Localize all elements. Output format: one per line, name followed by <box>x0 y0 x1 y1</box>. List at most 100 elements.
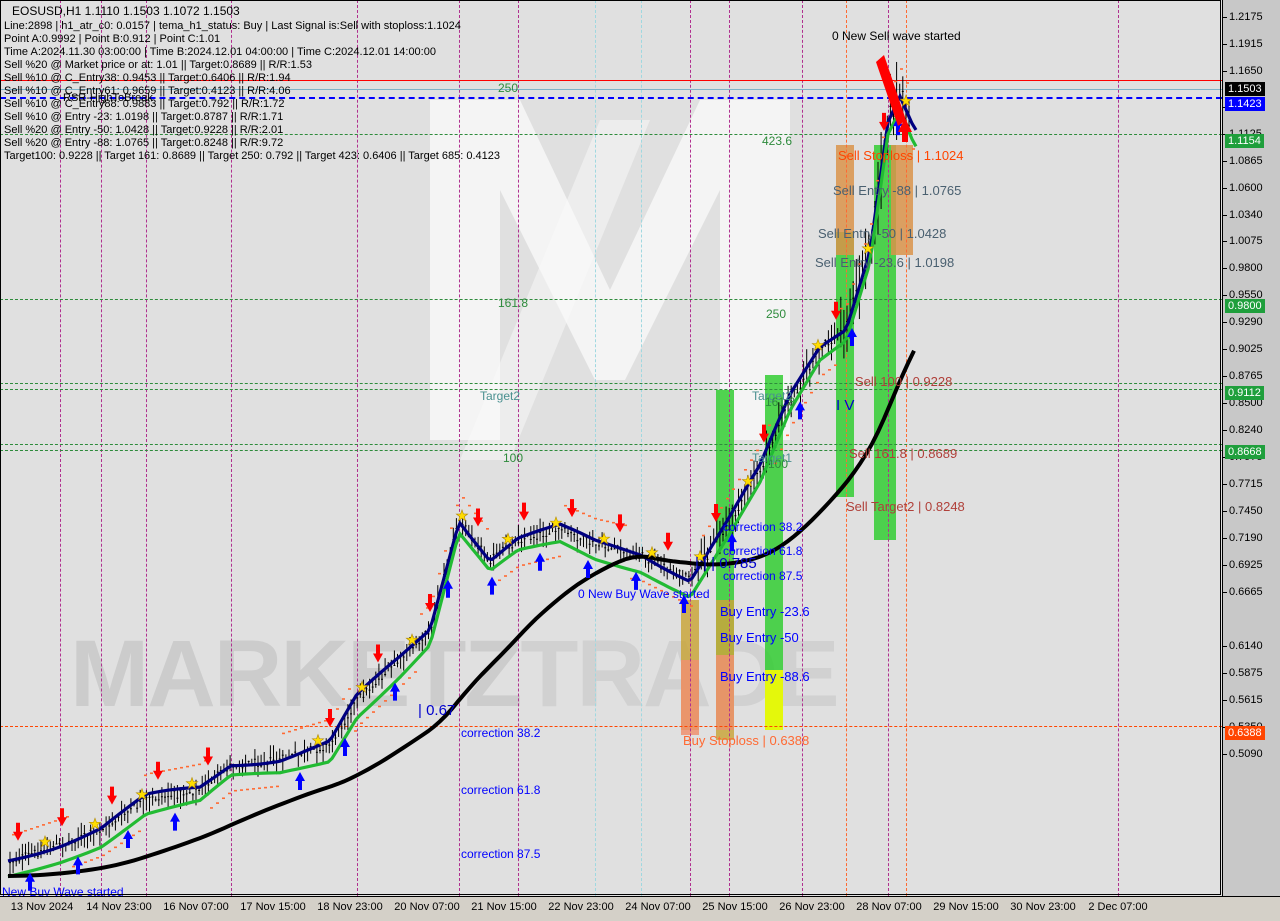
price-tick-label: 1.1915 <box>1229 38 1263 50</box>
plot-label-fib-161-8: 161.8 <box>498 296 529 310</box>
price-tick-label: 0.9800 <box>1229 262 1263 274</box>
price-badge[interactable]: 0.6388 <box>1225 726 1265 740</box>
plot-label-fib-423-6: 423.6 <box>762 134 793 148</box>
price-badge[interactable]: 0.9800 <box>1225 299 1265 313</box>
price-tick-mark <box>1223 538 1227 539</box>
price-tick-label: 1.0865 <box>1229 155 1263 167</box>
time-tick-label: 25 Nov 15:00 <box>702 901 768 913</box>
ema-line <box>7 106 918 879</box>
price-tick-mark <box>1223 44 1227 45</box>
price-tick-label: 1.0340 <box>1229 209 1263 221</box>
time-axis[interactable]: 13 Nov 2024 14 Nov 23:00 16 Nov 07:00 17 No… <box>0 896 1280 921</box>
price-tick-label: 1.2175 <box>1229 11 1263 23</box>
plot-label-sell-target2: Sell Target2 | 0.8248 <box>846 499 965 514</box>
chart-window: MARKETZTRADE 0 New Sell wave started 250 4… <box>0 0 1280 921</box>
price-tick-label: 0.6665 <box>1229 586 1263 598</box>
price-series-layer <box>7 55 918 891</box>
price-tick-mark <box>1223 403 1227 404</box>
price-badge[interactable]: 1.1503 <box>1225 82 1265 96</box>
chart-plot-area[interactable]: MARKETZTRADE 0 New Sell wave started 250 4… <box>0 0 1222 896</box>
plot-label-buy-stoploss: Buy Stoploss | 0.6388 <box>683 733 810 748</box>
price-tick-label: 0.7450 <box>1229 505 1263 517</box>
signal-arrows <box>13 94 913 891</box>
price-tick-mark <box>1223 646 1227 647</box>
price-tick-mark <box>1223 71 1227 72</box>
plot-label-correction-875-mid: correction 87.5 <box>723 569 803 583</box>
price-tick-mark <box>1223 161 1227 162</box>
time-tick-label: 26 Nov 23:00 <box>779 901 845 913</box>
time-tick-label: 2 Dec 07:00 <box>1088 901 1148 913</box>
time-tick-label: 21 Nov 15:00 <box>471 901 537 913</box>
price-tick-mark <box>1223 754 1227 755</box>
price-tick-mark <box>1223 188 1227 189</box>
price-axis[interactable]: 1.21751.19151.16501.13901.11251.08651.06… <box>1222 0 1280 896</box>
plot-label-sell-wave-started: 0 New Sell wave started <box>832 29 961 43</box>
price-tick-label: 0.8765 <box>1229 370 1263 382</box>
price-tick-label: 1.1650 <box>1229 65 1263 77</box>
plot-label-fib-100-right: 100 <box>768 457 789 471</box>
price-tick-mark <box>1223 700 1227 701</box>
price-tick-label: 0.6140 <box>1229 640 1263 652</box>
time-tick-label: 16 Nov 07:00 <box>163 901 229 913</box>
price-tick-mark <box>1223 295 1227 296</box>
price-tick-mark <box>1223 592 1227 593</box>
plot-label-buy-entry-236: Buy Entry -23.6 <box>720 604 810 619</box>
price-tick-label: 0.5875 <box>1229 667 1263 679</box>
price-tick-mark <box>1223 268 1227 269</box>
price-badge[interactable]: 1.1423 <box>1225 97 1265 111</box>
price-tick-mark <box>1223 17 1227 18</box>
plot-label-correction-382-mid: correction 38.2 <box>723 520 803 534</box>
price-tick-label: 0.5615 <box>1229 694 1263 706</box>
plot-label-sell-161-8: Sell 161.8 | 0.8689 <box>849 446 958 461</box>
plot-label-sell-entry-236: Sell Entry -23.6 | 1.0198 <box>815 255 955 270</box>
price-tick-label: 0.9025 <box>1229 343 1263 355</box>
plot-label-fib-1618-right: 161.8 <box>765 395 796 409</box>
price-tick-mark <box>1223 673 1227 674</box>
price-badge[interactable]: 0.9112 <box>1225 386 1264 400</box>
price-badge[interactable]: 1.1154 <box>1225 134 1264 148</box>
price-tick-mark <box>1223 241 1227 242</box>
price-tick-mark <box>1223 322 1227 323</box>
price-tick-label: 0.8240 <box>1229 424 1263 436</box>
plot-label-buy-entry-886: Buy Entry -88.6 <box>720 669 810 684</box>
plot-label-correction-618-low: correction 61.8 <box>461 783 541 797</box>
price-tick-mark <box>1223 349 1227 350</box>
price-tick-mark <box>1223 511 1227 512</box>
price-tick-mark <box>1223 430 1227 431</box>
price-badge[interactable]: 0.8668 <box>1225 445 1265 459</box>
time-tick-label: 14 Nov 23:00 <box>86 901 152 913</box>
time-tick-label: 24 Nov 07:00 <box>625 901 691 913</box>
time-tick-label: 13 Nov 2024 <box>10 901 74 913</box>
plot-label-correction-875-low: correction 87.5 <box>461 847 541 861</box>
time-tick-label: 17 Nov 15:00 <box>240 901 306 913</box>
plot-label-new-buy-wave-bottom: New Buy Wave started <box>2 885 124 896</box>
plot-label-sell-stoploss: Sell Stoploss | 1.1024 <box>838 148 964 163</box>
price-tick-label: 0.5090 <box>1229 748 1263 760</box>
plot-label-sell-entry-88: Sell Entry -88 | 1.0765 <box>833 183 962 198</box>
price-tick-label: 0.6925 <box>1229 559 1263 571</box>
plot-label-sell-100: Sell 100 | 0.9228 <box>855 374 953 389</box>
time-tick-label: 30 Nov 23:00 <box>1010 901 1076 913</box>
price-tick-mark <box>1223 565 1227 566</box>
price-tick-label: 1.0075 <box>1229 235 1263 247</box>
plot-label-wave-iv: I V <box>836 397 855 414</box>
plot-label-buy-wave-started: 0 New Buy Wave started <box>578 587 710 601</box>
plot-label-sell-entry-50: Sell Entry -50 | 1.0428 <box>818 226 947 241</box>
price-tick-label: 0.7715 <box>1229 478 1263 490</box>
price-tick-mark <box>1223 376 1227 377</box>
time-tick-label: 20 Nov 07:00 <box>394 901 460 913</box>
price-tick-mark <box>1223 215 1227 216</box>
price-tick-label: 1.0600 <box>1229 182 1263 194</box>
plot-label-wave-067: | 0.67 <box>418 702 456 719</box>
price-tick-mark <box>1223 484 1227 485</box>
plot-label-fib-250-top: 250 <box>498 81 519 95</box>
time-tick-label: 22 Nov 23:00 <box>548 901 614 913</box>
plot-label-fib-100-left: 100 <box>503 451 524 465</box>
price-tick-label: 0.7190 <box>1229 532 1263 544</box>
plot-label-buy-entry-50: Buy Entry -50 <box>720 630 799 645</box>
time-tick-label: 18 Nov 23:00 <box>317 901 383 913</box>
plot-label-target2-left: Target2 <box>480 389 521 403</box>
time-tick-label: 28 Nov 07:00 <box>856 901 922 913</box>
plot-label-correction-382-low: correction 38.2 <box>461 726 541 740</box>
price-tick-label: 0.9290 <box>1229 316 1263 328</box>
